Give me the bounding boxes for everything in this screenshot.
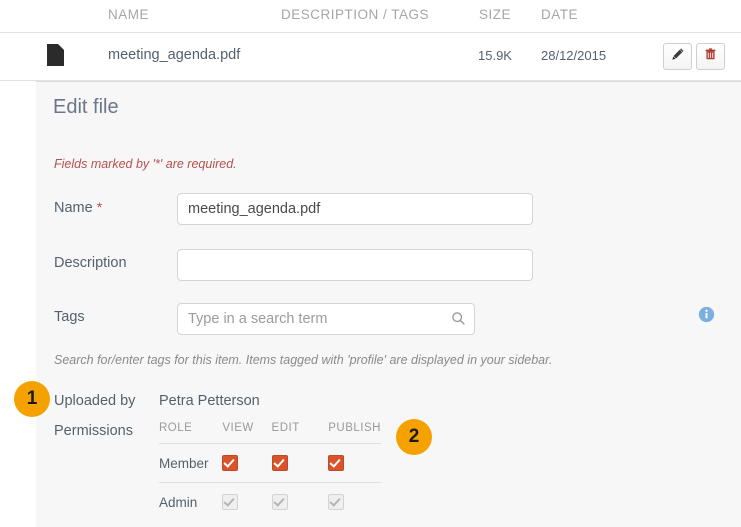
permissions-column-edit: EDIT bbox=[272, 418, 329, 444]
checkbox-member-publish[interactable] bbox=[328, 455, 344, 471]
required-asterisk: * bbox=[97, 199, 102, 215]
document-icon bbox=[47, 44, 67, 68]
edit-file-panel: Edit file Fields marked by '*' are requi… bbox=[36, 81, 741, 527]
permissions-table: ROLE VIEW EDIT PUBLISH Member Admin bbox=[159, 418, 381, 521]
file-date-cell: 28/12/2015 bbox=[541, 48, 606, 63]
column-header-name[interactable]: NAME bbox=[108, 7, 149, 22]
name-input[interactable] bbox=[177, 193, 533, 225]
checkbox-admin-edit bbox=[272, 494, 288, 510]
column-header-size[interactable]: SIZE bbox=[479, 7, 511, 22]
row-action-buttons bbox=[663, 43, 725, 70]
edit-button[interactable] bbox=[663, 43, 692, 70]
tags-label: Tags bbox=[54, 309, 85, 325]
callout-badge-2: 2 bbox=[396, 419, 432, 455]
trash-icon bbox=[704, 47, 717, 66]
file-list-table: NAME DESCRIPTION / TAGS SIZE DATE meetin… bbox=[0, 0, 741, 81]
permissions-column-view: VIEW bbox=[222, 418, 271, 444]
column-header-date[interactable]: DATE bbox=[541, 7, 578, 22]
permissions-role-admin: Admin bbox=[159, 483, 222, 522]
tags-input[interactable] bbox=[177, 303, 475, 335]
checkbox-admin-publish bbox=[328, 494, 344, 510]
page-title: Edit file bbox=[53, 96, 119, 119]
delete-button[interactable] bbox=[696, 43, 725, 70]
tags-input-wrapper bbox=[177, 303, 475, 335]
description-input[interactable] bbox=[177, 249, 533, 281]
pencil-icon bbox=[671, 47, 685, 66]
permissions-column-publish: PUBLISH bbox=[328, 418, 381, 444]
checkbox-member-edit[interactable] bbox=[272, 455, 288, 471]
tags-help-text: Search for/enter tags for this item. Ite… bbox=[54, 353, 552, 367]
checkbox-admin-view bbox=[222, 494, 238, 510]
file-list-header-row: NAME DESCRIPTION / TAGS SIZE DATE bbox=[0, 0, 741, 32]
permissions-header-row: ROLE VIEW EDIT PUBLISH bbox=[159, 418, 381, 444]
permissions-column-role: ROLE bbox=[159, 418, 222, 444]
file-name-cell[interactable]: meeting_agenda.pdf bbox=[108, 47, 240, 63]
uploaded-by-label: Uploaded by bbox=[54, 393, 135, 409]
callout-badge-1: 1 bbox=[14, 381, 50, 417]
permissions-role-member: Member bbox=[159, 444, 222, 483]
name-label: Name * bbox=[54, 199, 102, 216]
table-row[interactable]: meeting_agenda.pdf 15.9K 28/12/2015 bbox=[0, 32, 741, 81]
checkbox-member-view[interactable] bbox=[222, 455, 238, 471]
info-icon[interactable] bbox=[698, 306, 715, 328]
file-size-cell: 15.9K bbox=[478, 48, 512, 63]
required-fields-note: Fields marked by '*' are required. bbox=[54, 157, 237, 171]
table-row: Member bbox=[159, 444, 381, 483]
permissions-label: Permissions bbox=[54, 423, 133, 439]
column-header-description[interactable]: DESCRIPTION / TAGS bbox=[281, 7, 429, 22]
uploaded-by-value: Petra Petterson bbox=[159, 393, 260, 409]
description-label: Description bbox=[54, 255, 127, 271]
table-row: Admin bbox=[159, 483, 381, 522]
